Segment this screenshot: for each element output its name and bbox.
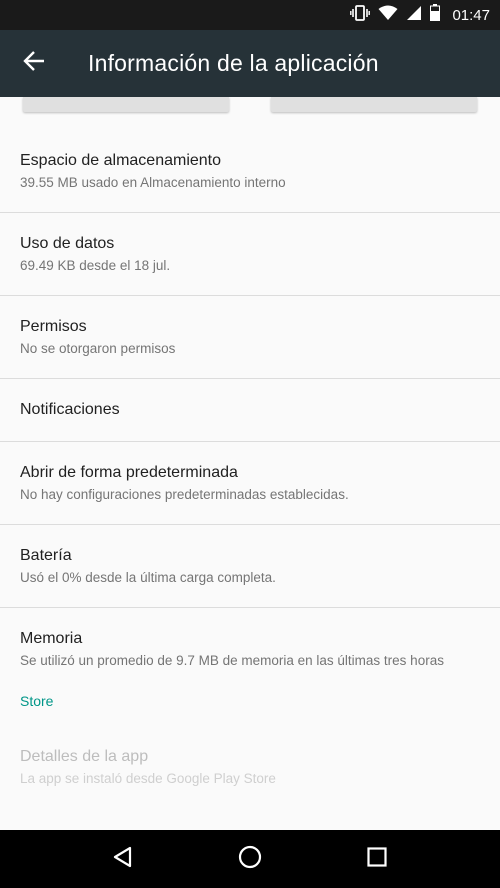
pref-permissions[interactable]: Permisos No se otorgaron permisos [0, 296, 500, 378]
content-scroll[interactable]: Espacio de almacenamiento 39.55 MB usado… [0, 97, 500, 830]
page-title: Información de la aplicación [88, 50, 379, 76]
app-bar: Información de la aplicación [0, 30, 500, 97]
nav-home-button[interactable] [220, 834, 280, 884]
pref-title: Uso de datos [20, 235, 115, 252]
pref-summary: 69.49 KB desde el 18 jul. [20, 258, 171, 273]
pref-battery[interactable]: Batería Usó el 0% desde la última carga … [0, 525, 500, 607]
back-button[interactable] [12, 42, 56, 86]
status-bar: 01:47 [0, 0, 500, 30]
pref-open-by-default[interactable]: Abrir de forma predeterminada No hay con… [0, 442, 500, 524]
recents-square-icon [366, 846, 388, 873]
pref-summary: Se utilizó un promedio de 9.7 MB de memo… [20, 653, 444, 668]
pref-summary: 39.55 MB usado en Almacenamiento interno [20, 175, 286, 190]
pref-summary: Usó el 0% desde la última carga completa… [20, 570, 276, 585]
pref-title: Detalles de la app [20, 748, 149, 765]
pref-notifications[interactable]: Notificaciones [0, 379, 500, 441]
nav-back-button[interactable] [93, 834, 153, 884]
pref-title: Batería [20, 547, 72, 564]
pref-summary: No se otorgaron permisos [20, 341, 176, 356]
signal-icon [406, 5, 422, 26]
navigation-bar [0, 830, 500, 888]
back-triangle-icon [112, 846, 134, 873]
wifi-icon [378, 5, 398, 26]
category-store: Store [20, 693, 54, 709]
pref-summary: La app se instaló desde Google Play Stor… [20, 771, 276, 786]
pref-title: Notificaciones [20, 401, 120, 418]
force-stop-button[interactable] [271, 97, 477, 112]
pref-title: Permisos [20, 318, 87, 335]
pref-storage[interactable]: Espacio de almacenamiento 39.55 MB usado… [0, 115, 500, 212]
home-circle-icon [238, 845, 262, 874]
action-buttons-row [0, 97, 500, 115]
vibrate-icon [350, 4, 371, 26]
pref-title: Espacio de almacenamiento [20, 152, 222, 169]
pref-data-usage[interactable]: Uso de datos 69.49 KB desde el 18 jul. [0, 213, 500, 295]
battery-icon [430, 4, 441, 26]
pref-summary: No hay configuraciones predeterminadas e… [20, 487, 349, 502]
pref-memory[interactable]: Memoria Se utilizó un promedio de 9.7 MB… [0, 608, 500, 690]
arrow-back-icon [23, 50, 45, 77]
pref-title: Memoria [20, 630, 83, 647]
pref-app-details: Detalles de la app La app se instaló des… [0, 742, 500, 802]
pref-title: Abrir de forma predeterminada [20, 464, 238, 481]
status-clock: 01:47 [452, 6, 490, 24]
uninstall-button[interactable] [23, 97, 229, 112]
nav-recents-button[interactable] [347, 834, 407, 884]
